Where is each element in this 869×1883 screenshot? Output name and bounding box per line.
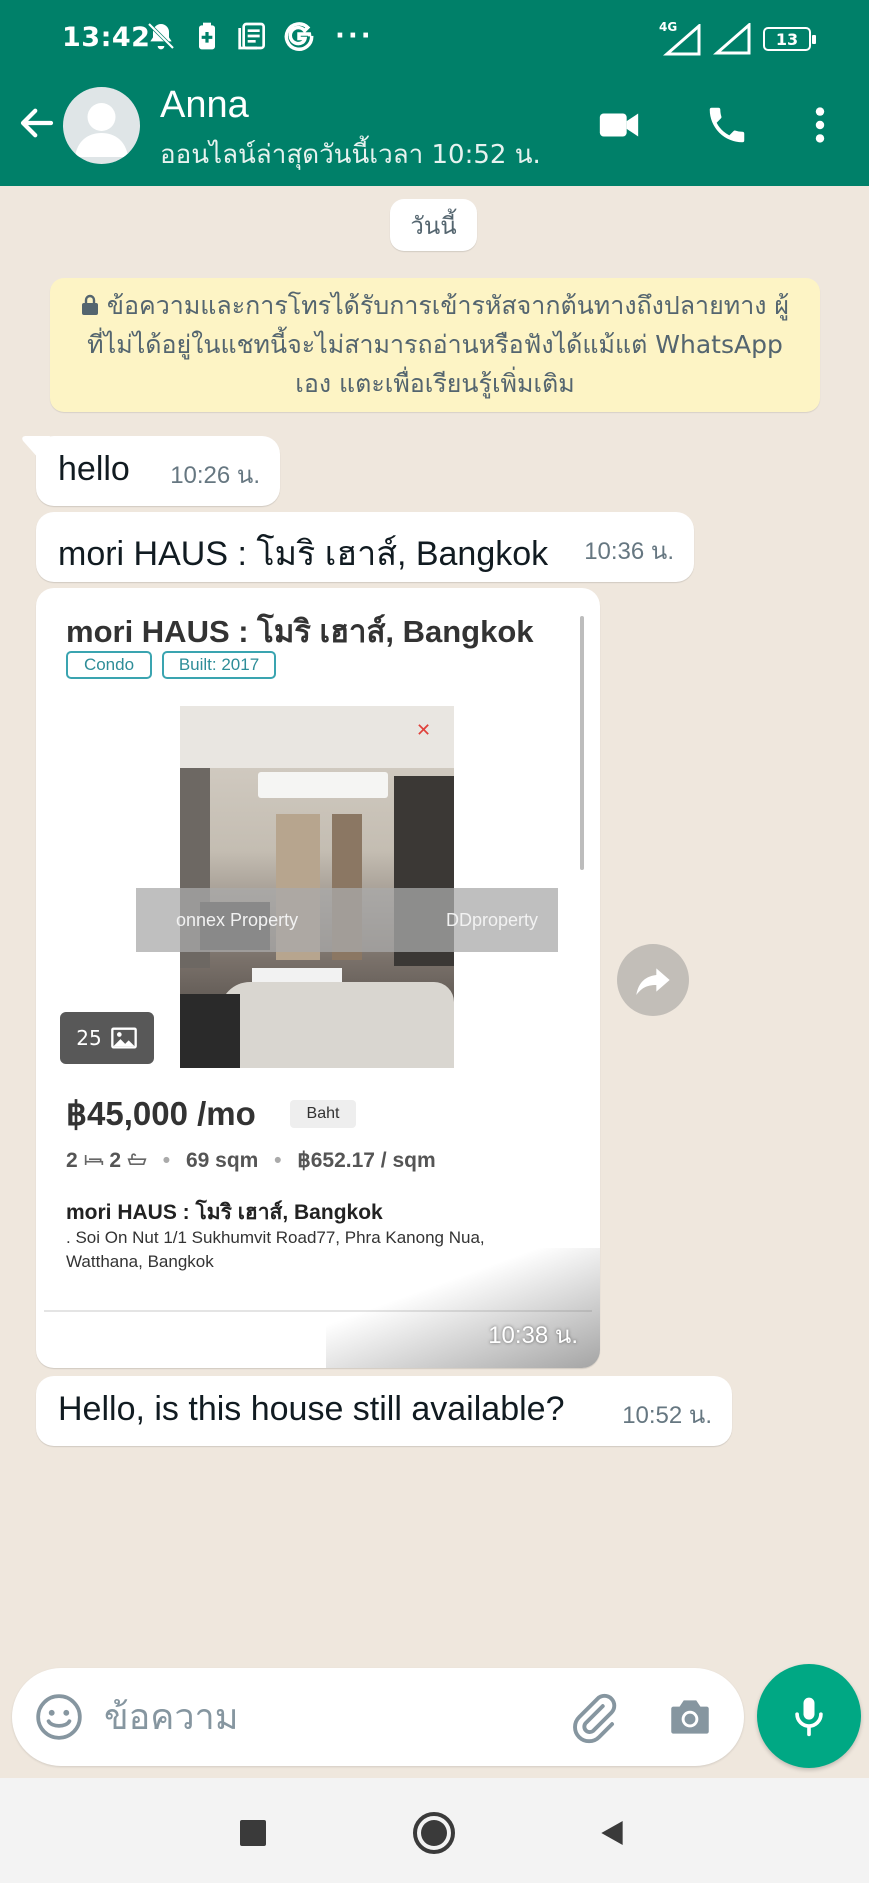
video-call-icon[interactable] <box>596 102 642 148</box>
notification-icons: ··· <box>145 20 374 52</box>
listing-name: mori HAUS : โมริ เฮาส์, Bangkok <box>66 1201 383 1224</box>
system-nav-bar <box>0 1778 869 1883</box>
battery-saver-icon <box>199 22 215 50</box>
image-icon <box>110 1027 137 1049</box>
battery-indicator: 13 <box>763 27 816 51</box>
last-seen-status: ออนไลน์ล่าสุดวันนี้เวลา 10:52 น. <box>160 140 541 170</box>
watermark-left: onnex Property <box>176 909 299 930</box>
brand-mark: ✕ <box>416 720 432 741</box>
message-bubble[interactable]: Hello, is this house still available? 10… <box>36 1376 732 1446</box>
listing-tag: Built: 2017 <box>162 651 276 679</box>
encryption-notice[interactable]: ข้อความและการโทรได้รับการเข้ารหัสจากต้นท… <box>50 278 820 412</box>
back-arrow-icon[interactable] <box>16 102 58 144</box>
attach-icon[interactable] <box>567 1692 619 1744</box>
microphone-icon <box>795 1697 823 1737</box>
date-separator: วันนี้ <box>390 199 477 251</box>
forward-icon <box>636 968 670 995</box>
message-time: 10:38 น. <box>488 1322 578 1349</box>
bed-icon <box>84 1155 103 1165</box>
listing-price: ฿45,000 /mo <box>66 1095 256 1132</box>
message-time: 10:36 น. <box>584 538 674 565</box>
back-icon[interactable] <box>587 1808 637 1858</box>
status-bar: 13:42 ··· 4G 13 <box>0 0 869 78</box>
contact-name[interactable]: Anna <box>160 84 249 127</box>
message-text: hello <box>58 450 130 488</box>
message-bubble[interactable]: mori HAUS : โมริ เฮาส์, Bangkok 10:36 น. <box>36 512 694 582</box>
watermark-right: DDproperty <box>445 909 538 930</box>
photo-count-badge: 25 <box>60 1012 154 1064</box>
overflow-menu-icon[interactable] <box>797 102 843 148</box>
photo-count: 25 <box>76 1026 102 1050</box>
message-time: 10:52 น. <box>622 1402 712 1429</box>
listing-preview-message[interactable]: mori HAUS : โมริ เฮาส์, Bangkok Condo Bu… <box>36 588 600 1368</box>
bathroom-count: 2 <box>109 1149 122 1172</box>
bath-icon <box>127 1153 147 1165</box>
message-composer <box>12 1668 744 1766</box>
listing-title: mori HAUS : โมริ เฮาส์, Bangkok <box>66 614 534 649</box>
scrollbar <box>580 616 584 870</box>
status-right: 4G 13 <box>659 20 816 56</box>
voice-call-icon[interactable] <box>704 102 750 148</box>
do-not-disturb-icon <box>147 22 175 50</box>
more-notifications-icon: ··· <box>335 21 374 51</box>
encryption-notice-text: ข้อความและการโทรได้รับการเข้ารหัสจากต้นท… <box>87 291 790 398</box>
app-bar: 13:42 ··· 4G 13 Anna ออนไลน์ล่าสุดวันนี้… <box>0 0 869 186</box>
signal-icon-2 <box>713 23 751 55</box>
avatar[interactable] <box>63 87 140 164</box>
home-icon[interactable] <box>409 1808 459 1858</box>
chat-area[interactable]: วันนี้ ข้อความและการโทรได้รับการเข้ารหัส… <box>0 186 869 1776</box>
status-time: 13:42 <box>62 22 151 53</box>
message-input[interactable] <box>104 1688 544 1746</box>
price-per-sqm: ฿652.17 / sqm <box>297 1149 436 1172</box>
watermark-band: onnex Property DDproperty <box>136 888 558 952</box>
message-time: 10:26 น. <box>170 462 260 489</box>
listing-photo: ✕ <box>180 706 454 1068</box>
emoji-icon[interactable] <box>34 1692 84 1742</box>
bubble-tail <box>22 436 50 460</box>
notes-icon <box>238 22 265 50</box>
message-text: Hello, is this house still available? <box>58 1390 565 1428</box>
forward-button[interactable] <box>617 944 689 1016</box>
message-text: mori HAUS : โมริ เฮาส์, Bangkok <box>58 535 549 573</box>
recent-apps-icon[interactable] <box>228 1808 278 1858</box>
currency-tag: Baht <box>290 1100 356 1128</box>
camera-icon[interactable] <box>664 1692 716 1742</box>
google-icon <box>284 22 314 51</box>
message-bubble[interactable]: hello 10:26 น. <box>22 436 280 506</box>
listing-tag: Condo <box>66 651 152 679</box>
listing-specs: 2 2 • 69 sqm • ฿652.17 / sqm <box>66 1149 436 1172</box>
microphone-button[interactable] <box>757 1664 861 1768</box>
battery-level: 13 <box>775 29 799 49</box>
bedroom-count: 2 <box>66 1149 78 1172</box>
listing-area: 69 sqm <box>185 1149 259 1172</box>
signal-icon: 4G <box>659 20 703 56</box>
lock-icon <box>81 294 98 315</box>
